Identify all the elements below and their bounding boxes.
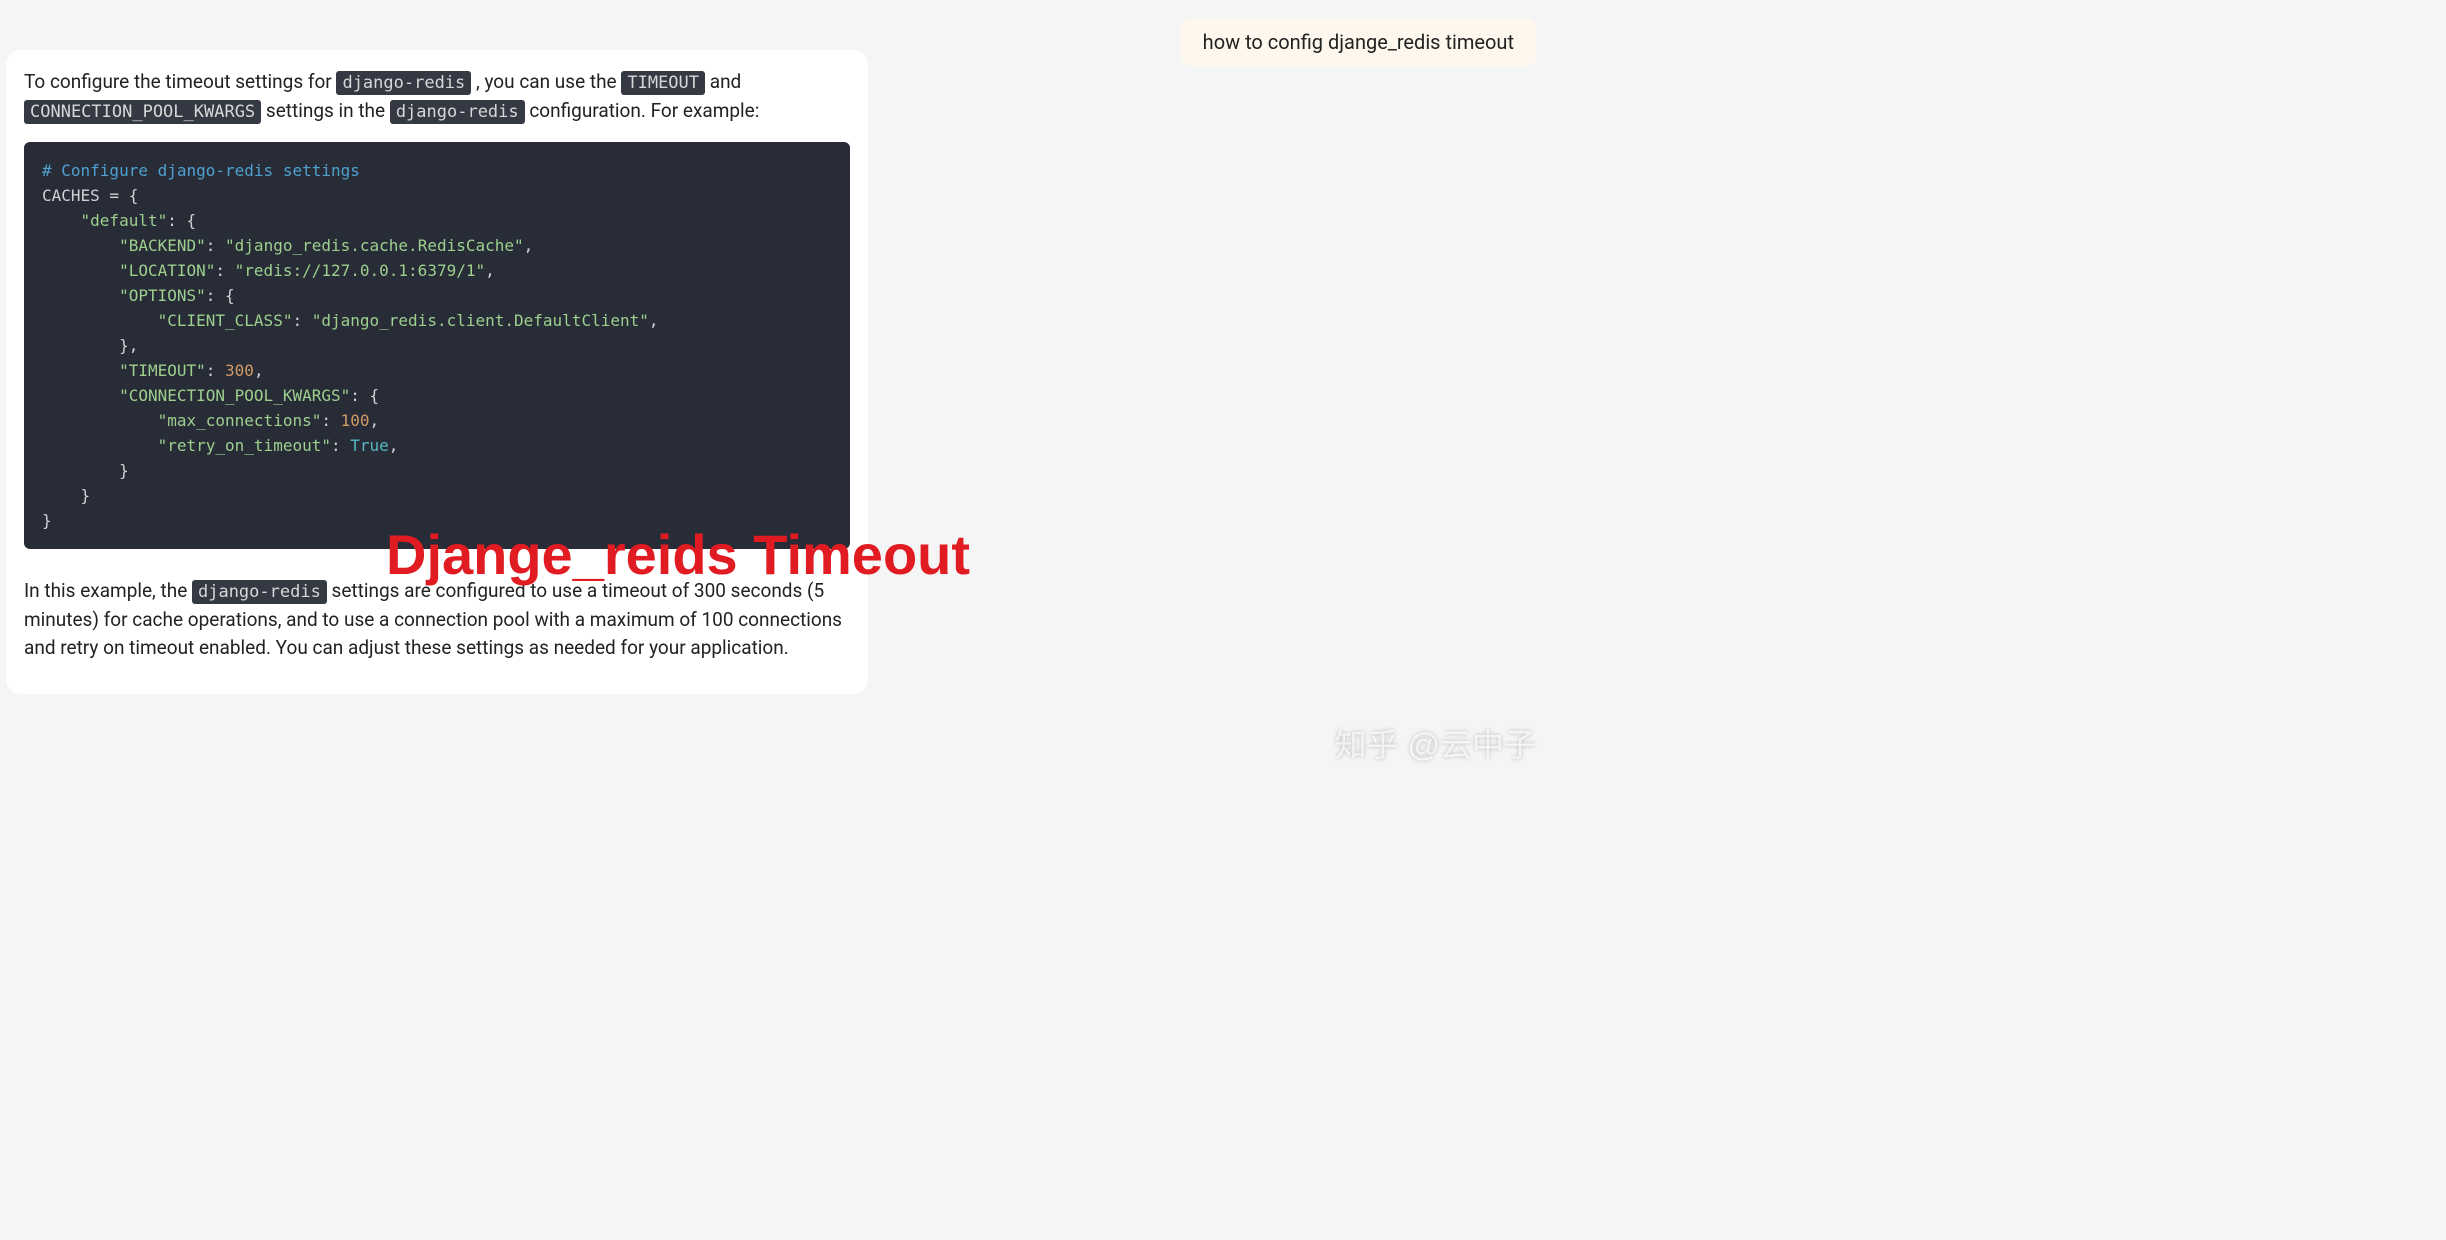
answer-paragraph-1: To configure the timeout settings for dj… xyxy=(24,68,850,126)
answer-paragraph-2: In this example, the django-redis settin… xyxy=(24,577,850,662)
code-key: "max_connections" xyxy=(158,411,322,430)
text: settings in the xyxy=(266,99,390,122)
code-key: "OPTIONS" xyxy=(119,286,206,305)
inline-code-connection-pool-kwargs: CONNECTION_POOL_KWARGS xyxy=(24,100,261,124)
user-message-text: how to config djange_redis timeout xyxy=(1203,30,1514,54)
inline-code-timeout: TIMEOUT xyxy=(621,71,705,95)
inline-code-django-redis: django-redis xyxy=(192,580,327,604)
text: To configure the timeout settings for xyxy=(24,70,336,93)
code-key: "CLIENT_CLASS" xyxy=(158,311,293,330)
code-line: CACHES = { xyxy=(42,186,138,205)
code-key: "retry_on_timeout" xyxy=(158,436,331,455)
code-string: "redis://127.0.0.1:6379/1" xyxy=(235,261,485,280)
code-key: "BACKEND" xyxy=(119,236,206,255)
code-string: "django_redis.client.DefaultClient" xyxy=(312,311,649,330)
text: configuration. For example: xyxy=(529,99,759,122)
inline-code-django-redis: django-redis xyxy=(390,100,525,124)
text: and xyxy=(710,70,742,93)
assistant-response-card: To configure the timeout settings for dj… xyxy=(6,50,868,694)
code-string: "django_redis.cache.RedisCache" xyxy=(225,236,524,255)
code-comment: # Configure django-redis settings xyxy=(42,161,360,180)
code-block[interactable]: # Configure django-redis settings CACHES… xyxy=(24,142,850,549)
code-key: "CONNECTION_POOL_KWARGS" xyxy=(119,386,350,405)
code-key: "TIMEOUT" xyxy=(119,361,206,380)
text: In this example, the xyxy=(24,579,192,602)
code-bool: True xyxy=(350,436,389,455)
code-key: "default" xyxy=(81,211,168,230)
code-number: 300 xyxy=(225,361,254,380)
code-key: "LOCATION" xyxy=(119,261,215,280)
text: , you can use the xyxy=(476,70,621,93)
user-message-bubble: how to config djange_redis timeout xyxy=(1181,18,1536,66)
code-number: 100 xyxy=(341,411,370,430)
watermark: 知乎 @云中子 xyxy=(1335,720,1536,766)
inline-code-django-redis: django-redis xyxy=(336,71,471,95)
